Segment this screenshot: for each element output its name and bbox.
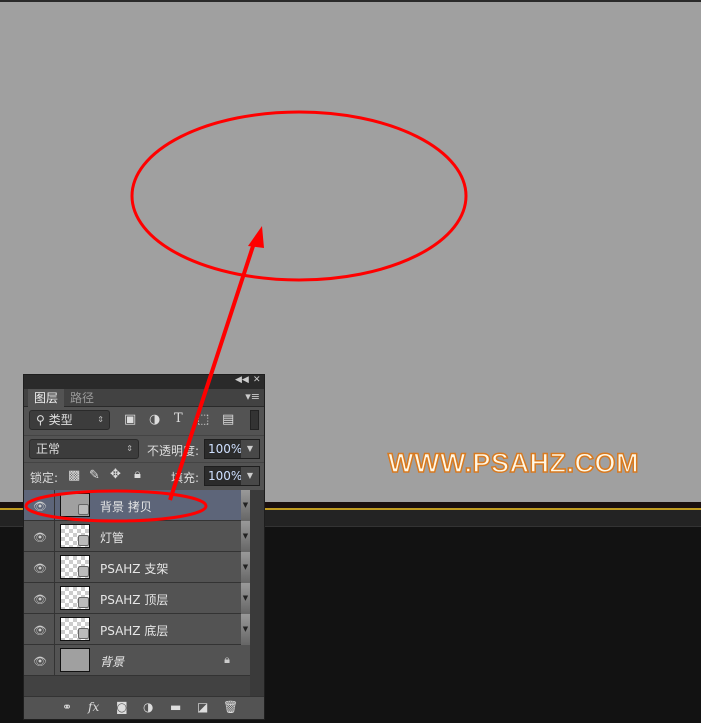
filter-row: ⚲ 类型 ⇕ ▣ ◑ T ⬚ ▤ xyxy=(24,408,264,434)
layer-row[interactable]: 👁︎ PSAHZ 顶层 ▼ xyxy=(24,583,250,614)
opacity-label: 不透明度: xyxy=(147,444,200,458)
eye-icon[interactable]: 👁︎ xyxy=(33,624,47,637)
search-icon: ⚲ xyxy=(36,413,49,427)
panel-header: ◀◀ ✕ xyxy=(24,375,264,389)
filter-pixel-icon[interactable]: ▣ xyxy=(124,412,136,427)
filter-smartobject-icon[interactable]: ▤ xyxy=(222,412,234,427)
fx-icon[interactable]: fx xyxy=(88,700,99,714)
updown-icon: ⇕ xyxy=(126,444,133,453)
layer-options-icon[interactable]: ▼ xyxy=(241,614,250,645)
fill-label: 填充: xyxy=(171,471,200,485)
filter-toggle[interactable] xyxy=(250,410,259,430)
layer-options-icon[interactable]: ▼ xyxy=(241,583,250,614)
panel-tabs: 图层 路径 ▾≡ xyxy=(24,389,264,407)
layer-options-icon[interactable]: ▼ xyxy=(241,490,250,521)
layers-list: 👁︎ 背景 拷贝 ▼ 👁︎ 灯管 ▼ 👁︎ PSAHZ 支架 ▼ 👁︎ PSAHZ 顶层 ▼ 👁… xyxy=(24,490,250,696)
blend-row: 正常 ⇕ 不透明度: 100% ▼ xyxy=(24,435,264,461)
blend-mode-value: 正常 xyxy=(36,442,61,456)
chevron-down-icon[interactable]: ▼ xyxy=(241,467,259,485)
close-icon[interactable]: ✕ xyxy=(253,375,261,385)
eye-icon[interactable]: 👁︎ xyxy=(33,562,47,575)
filter-kind-select[interactable]: ⚲ 类型 ⇕ xyxy=(29,410,110,430)
lock-row: 锁定: ▩ ✎ ✥ 🔒︎ 填充: 100% ▼ xyxy=(24,462,264,490)
layer-options-icon[interactable]: ▼ xyxy=(241,552,250,583)
smart-object-icon xyxy=(78,628,89,639)
filter-shape-icon[interactable]: ⬚ xyxy=(197,412,209,427)
layers-scrollbar[interactable] xyxy=(250,490,264,696)
opacity-value: 100% xyxy=(208,442,243,456)
tab-layers[interactable]: 图层 xyxy=(28,389,65,407)
layer-options-icon[interactable]: ▼ xyxy=(241,521,250,552)
collapse-icon[interactable]: ◀◀ xyxy=(235,375,249,385)
filter-type-icon[interactable]: T xyxy=(174,411,183,426)
add-mask-icon[interactable]: ◙ xyxy=(116,700,128,714)
tab-paths[interactable]: 路径 xyxy=(64,389,100,407)
layer-row[interactable]: 👁︎ 背景 拷贝 ▼ xyxy=(24,490,250,521)
layer-name: 背景 xyxy=(100,655,125,669)
filter-kind-value: 类型 xyxy=(48,413,73,427)
eye-icon[interactable]: 👁︎ xyxy=(33,655,47,668)
updown-icon: ⇕ xyxy=(97,415,104,424)
layer-row[interactable]: 👁︎ 背景 🔒︎ xyxy=(24,645,250,676)
fill-value: 100% xyxy=(208,469,243,483)
lock-transparent-icon[interactable]: ▩ xyxy=(68,468,80,483)
lock-move-icon[interactable]: ✥ xyxy=(110,467,121,482)
link-layers-icon[interactable]: ⚭ xyxy=(62,700,72,714)
lock-paint-icon[interactable]: ✎ xyxy=(89,468,100,483)
layer-row[interactable]: 👁︎ 灯管 ▼ xyxy=(24,521,250,552)
smart-object-icon xyxy=(78,535,89,546)
layer-name: PSAHZ 底层 xyxy=(100,624,169,638)
smart-object-icon xyxy=(78,597,89,608)
layer-row[interactable]: 👁︎ PSAHZ 底层 ▼ xyxy=(24,614,250,645)
new-layer-icon[interactable]: ◪ xyxy=(197,700,208,714)
layer-thumbnail xyxy=(60,648,90,672)
layers-panel: ◀◀ ✕ 图层 路径 ▾≡ ⚲ 类型 ⇕ ▣ ◑ T ⬚ ▤ 正常 ⇕ 不透明度: … xyxy=(23,374,265,720)
blend-mode-select[interactable]: 正常 ⇕ xyxy=(29,439,139,459)
lock-icon: 🔒︎ xyxy=(224,653,230,666)
panel-menu-icon[interactable]: ▾≡ xyxy=(245,390,260,403)
layer-name: PSAHZ 支架 xyxy=(100,562,169,576)
smart-object-icon xyxy=(78,566,89,577)
fill-input[interactable]: 100% ▼ xyxy=(204,466,260,486)
layer-name: 灯管 xyxy=(100,531,125,545)
layer-name: PSAHZ 顶层 xyxy=(100,593,169,607)
folder-icon[interactable]: ▬ xyxy=(170,700,181,714)
eye-icon[interactable]: 👁︎ xyxy=(33,593,47,606)
opacity-input[interactable]: 100% ▼ xyxy=(204,439,260,459)
eye-icon[interactable]: 👁︎ xyxy=(33,500,47,513)
trash-icon[interactable]: 🗑︎ xyxy=(223,700,238,714)
watermark: WWW.PSAHZ.COM xyxy=(387,447,639,479)
smart-object-icon xyxy=(78,504,89,515)
eye-icon[interactable]: 👁︎ xyxy=(33,531,47,544)
chevron-down-icon[interactable]: ▼ xyxy=(241,440,259,458)
filter-adjustment-icon[interactable]: ◑ xyxy=(149,412,160,427)
lock-all-icon[interactable]: 🔒︎ xyxy=(134,467,141,482)
adjustment-layer-icon[interactable]: ◑ xyxy=(143,700,153,714)
lock-label: 锁定: xyxy=(30,471,59,485)
layer-row[interactable]: 👁︎ PSAHZ 支架 ▼ xyxy=(24,552,250,583)
panel-footer: ⚭ fx ◙ ◑ ▬ ◪ 🗑︎ xyxy=(24,696,264,718)
layer-name: 背景 拷贝 xyxy=(100,500,152,514)
